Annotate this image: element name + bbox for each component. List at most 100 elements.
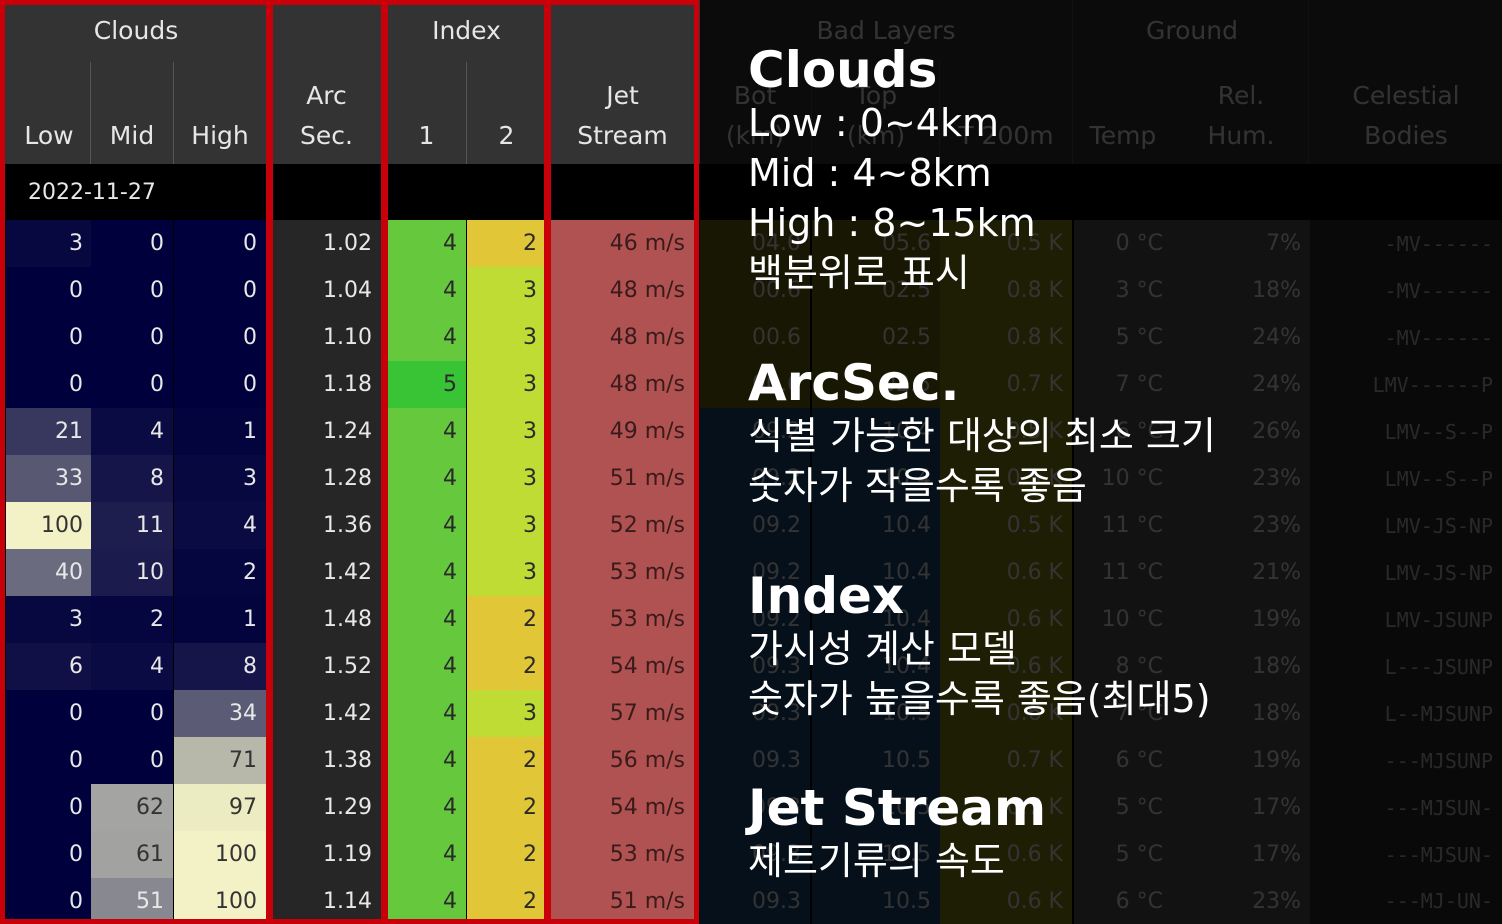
index-2-cell: 3 — [467, 455, 546, 502]
index-2-cell: 3 — [467, 502, 546, 549]
annotation-block: Jet Stream 제트기류의 속도 — [748, 780, 1046, 886]
cloud-low-cell: 0 — [6, 878, 92, 924]
annotation-block: ArcSec. 식별 가능한 대상의 최소 크기숫자가 작을수록 좋음 — [748, 355, 1216, 511]
cloud-mid-cell: 0 — [91, 361, 173, 408]
annotation-line: 숫자가 작을수록 좋음 — [748, 464, 1087, 508]
cloud-mid-cell: 0 — [91, 220, 173, 267]
jet-stream-cell: 54 m/s — [551, 643, 694, 690]
cloud-high-cell: 1 — [174, 408, 266, 455]
index-1-cell: 4 — [387, 220, 466, 267]
jet-stream-cell: 51 m/s — [551, 455, 694, 502]
index-1-cell: 4 — [387, 455, 466, 502]
index-1-cell: 4 — [387, 267, 466, 314]
annotation-title: ArcSec. — [748, 354, 960, 412]
cloud-mid-cell: 4 — [91, 643, 173, 690]
cloud-low-cell: 33 — [6, 455, 92, 502]
cloud-mid-cell: 0 — [91, 690, 173, 737]
index-2-cell: 2 — [467, 784, 546, 831]
cloud-mid-cell: 8 — [91, 455, 173, 502]
cloud-high-cell: 0 — [174, 361, 266, 408]
cloud-low-cell: 0 — [6, 784, 92, 831]
cloud-high-cell: 100 — [174, 878, 266, 924]
jet-stream-cell: 48 m/s — [551, 267, 694, 314]
jet-stream-cell: 56 m/s — [551, 737, 694, 784]
date-label: 2022-11-27 — [0, 164, 265, 220]
cloud-high-cell: 2 — [174, 549, 266, 596]
annotation-line: 제트기류의 속도 — [748, 839, 1005, 883]
cloud-high-cell: 0 — [174, 267, 266, 314]
index-1-cell: 4 — [387, 596, 466, 643]
cloud-mid-cell: 0 — [91, 314, 173, 361]
annotation-line: 숫자가 높을수록 좋음(최대5) — [748, 677, 1211, 721]
cloud-low-cell: 21 — [6, 408, 92, 455]
cloud-low-cell: 0 — [6, 361, 92, 408]
index-2-cell: 3 — [467, 314, 546, 361]
header-separator — [173, 62, 174, 164]
cloud-mid-cell: 51 — [91, 878, 173, 924]
annotation-title: Clouds — [748, 41, 938, 99]
cloud-high-cell: 71 — [174, 737, 266, 784]
annotation-line: 식별 가능한 대상의 최소 크기 — [748, 414, 1216, 458]
index-2-cell: 3 — [467, 408, 546, 455]
index-1-cell: 4 — [387, 408, 466, 455]
cloud-mid-cell: 61 — [91, 831, 173, 878]
header-clouds: Clouds — [6, 0, 266, 62]
jet-stream-cell: 52 m/s — [551, 502, 694, 549]
annotation-line: High : 8~15km — [748, 201, 1036, 245]
cloud-low-cell: 0 — [6, 737, 92, 784]
cloud-low-cell: 3 — [6, 596, 92, 643]
cloud-high-cell: 97 — [174, 784, 266, 831]
index-2-cell: 2 — [467, 831, 546, 878]
cloud-low-cell: 3 — [6, 220, 92, 267]
arc-sec-cell: 1.14 — [272, 878, 381, 924]
arc-sec-cell: 1.48 — [272, 596, 381, 643]
cloud-mid-cell: 0 — [91, 267, 173, 314]
annotation-line: 백분위로 표시 — [748, 251, 970, 295]
arc-sec-cell: 1.42 — [272, 690, 381, 737]
cloud-mid-cell: 0 — [91, 737, 173, 784]
index-2-cell: 2 — [467, 220, 546, 267]
annotation-line: 가시성 계산 모델 — [748, 627, 1017, 671]
index-2-cell: 3 — [467, 690, 546, 737]
index-2-cell: 2 — [467, 737, 546, 784]
header-index-2: 2 — [467, 62, 546, 164]
header-low: Low — [6, 62, 92, 164]
header-high: High — [174, 62, 266, 164]
index-2-cell: 3 — [467, 549, 546, 596]
index-2-cell: 2 — [467, 878, 546, 924]
annotation-block: Clouds Low : 0~4km Mid : 4~8km High : 8~15k… — [748, 42, 1036, 298]
cloud-high-cell: 3 — [174, 455, 266, 502]
jet-stream-cell: 48 m/s — [551, 361, 694, 408]
jet-stream-cell: 53 m/s — [551, 596, 694, 643]
index-1-cell: 4 — [387, 737, 466, 784]
cloud-high-cell: 4 — [174, 502, 266, 549]
arc-sec-cell: 1.28 — [272, 455, 381, 502]
header-jet-stream: Jet Stream — [551, 0, 694, 164]
annotation-line: Low : 0~4km — [748, 101, 1000, 145]
index-1-cell: 4 — [387, 643, 466, 690]
arc-sec-cell: 1.38 — [272, 737, 381, 784]
cloud-mid-cell: 11 — [91, 502, 173, 549]
arc-sec-cell: 1.02 — [272, 220, 381, 267]
annotation-block: Index 가시성 계산 모델 숫자가 높을수록 좋음(최대5) — [748, 568, 1211, 724]
cloud-high-cell: 0 — [174, 220, 266, 267]
index-2-cell: 3 — [467, 361, 546, 408]
cloud-low-cell: 0 — [6, 690, 92, 737]
arc-sec-cell: 1.24 — [272, 408, 381, 455]
header-separator — [90, 62, 91, 164]
index-2-cell: 2 — [467, 596, 546, 643]
jet-stream-cell: 54 m/s — [551, 784, 694, 831]
arc-sec-cell: 1.42 — [272, 549, 381, 596]
index-1-cell: 4 — [387, 784, 466, 831]
header-index-1: 1 — [387, 62, 466, 164]
cloud-low-cell: 0 — [6, 267, 92, 314]
index-1-cell: 4 — [387, 314, 466, 361]
jet-stream-cell: 51 m/s — [551, 878, 694, 924]
header-mid: Mid — [91, 62, 173, 164]
cloud-low-cell: 6 — [6, 643, 92, 690]
cloud-high-cell: 8 — [174, 643, 266, 690]
cloud-high-cell: 34 — [174, 690, 266, 737]
cloud-mid-cell: 2 — [91, 596, 173, 643]
cloud-low-cell: 100 — [6, 502, 92, 549]
arc-sec-cell: 1.18 — [272, 361, 381, 408]
